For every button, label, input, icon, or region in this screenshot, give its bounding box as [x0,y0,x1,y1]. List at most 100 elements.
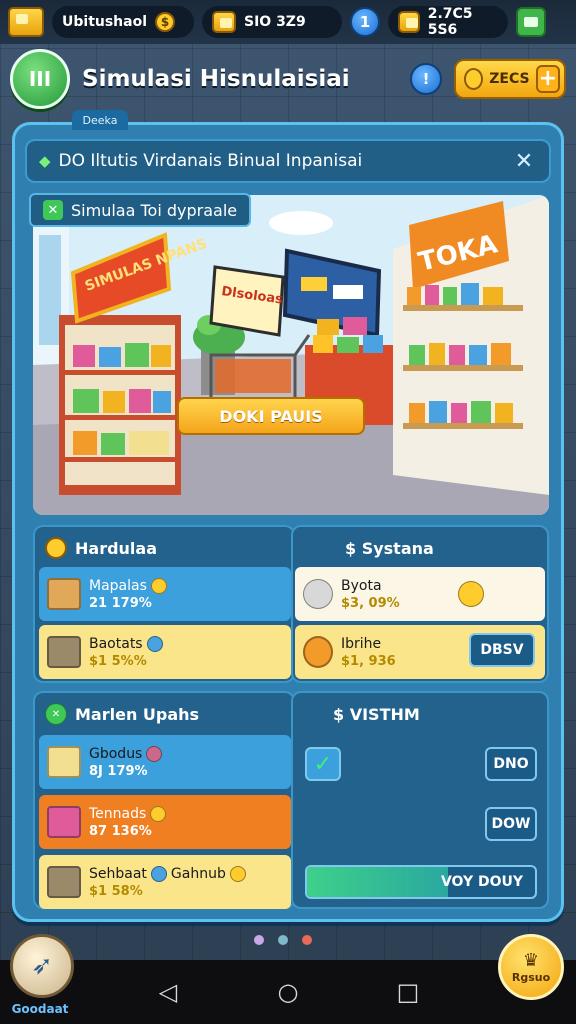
book-icon [47,636,81,668]
item-value: 8J 179% [89,763,148,779]
hardware-title-text: Hardulaa [75,538,157,558]
player-name-chip[interactable]: Ubitushaol $ [52,6,194,38]
item-name: Tennads [89,805,147,822]
list-item[interactable]: Byota $3, 09% [295,567,545,621]
check-icon[interactable]: ✓ [305,747,341,781]
rocket-button-label: Goodaat [11,1002,69,1016]
item-value: $1, 936 [341,653,396,669]
market-card: ✕ Marlen Upahs Gbodus 8J 179% Tennads 87… [33,691,295,909]
gift-icon [47,806,81,838]
gold-chest-icon [398,11,420,33]
back-icon[interactable]: ◁ [152,976,184,1008]
panel-title: DO Iltutis Virdanais Binual Inpanisai [58,151,363,171]
store-illustration: SIMULAS NPANS Dlsoloas TOKA [33,195,549,515]
vsystem-button-2[interactable]: DOW [485,807,537,841]
page-indicator [254,935,312,945]
coin-icon [229,865,246,882]
market-card-title: ✕ Marlen Upahs [45,701,199,727]
vsystem-button-1[interactable]: DNO [485,747,537,781]
close-icon[interactable]: ✕ [511,148,537,174]
item-value: 87 136% [89,823,152,839]
item-name: Mapalas [89,577,147,594]
item-value: $3, 09% [341,595,400,611]
gold-bar-icon [212,11,236,33]
item-extra: Gahnub [170,865,226,882]
rewards-button-label: Rgsuo [511,971,551,984]
home-icon[interactable]: ○ [272,976,304,1008]
simulation-panel: ◆ DO Iltutis Virdanais Binual Inpanisai … [12,122,564,922]
info-button[interactable]: ! [410,63,442,95]
resource-chip-2[interactable]: 2.7C5 5S6 [388,6,508,38]
lightbulb-icon [303,636,333,668]
list-item[interactable]: Mapalas 21 179% [39,567,291,621]
page-dot[interactable] [302,935,312,945]
item-name: Sehbaat [89,865,147,882]
item-name: Byota [341,577,382,594]
tools-icon: ✕ [43,200,63,220]
resource-1-value: SIO 3Z9 [244,14,306,30]
vsystem-card: $ VISTHM ✓ DNO DOW VOY DOUY [291,691,549,909]
coin-icon: $ [155,12,176,32]
list-item[interactable]: Baotats $1 5%% [39,625,291,679]
badge-icon [146,745,163,762]
shop-icon[interactable] [8,7,44,37]
rocket-icon: ➶ [31,951,53,981]
coin-icon [150,577,167,594]
rocket-button[interactable]: ➶ [10,934,74,998]
header: III Simulasi Hisnulaisiai ! ZECS + [10,49,566,109]
top-status-bar: Ubitushaol $ SIO 3Z9 1 2.7C5 5S6 [0,0,576,44]
vsystem-card-title: $ VISTHM [333,701,420,727]
item-name: Gbodus [89,745,143,762]
panel-header: ◆ DO Iltutis Virdanais Binual Inpanisai … [25,139,551,183]
recycle-icon: ✕ [45,703,67,725]
cube-icon [47,746,81,778]
book-icon [47,866,81,898]
rewards-button[interactable]: ♛ Rgsuo [498,934,564,1000]
resource-chip-1[interactable]: SIO 3Z9 [202,6,342,38]
systems-card: $ Systana Byota $3, 09% Ibrihe $1, 936 D… [291,525,549,683]
coin-icon [45,537,67,559]
page-dot[interactable] [278,935,288,945]
item-name: Ibrihe [341,635,382,652]
market-title-text: Marlen Upahs [75,704,200,724]
systems-title-text: $ Systana [345,538,434,558]
panel-tab[interactable]: Deeka [72,110,128,130]
gem-icon [146,635,163,652]
systems-card-title: $ Systana [345,535,434,561]
progress-fill [307,867,449,897]
hardware-card: Hardulaa Mapalas 21 179% Baotats $1 5%% [33,525,295,683]
scene-label-text: Simulaa Toi dypraale [71,200,238,220]
menu-icon[interactable] [516,7,546,37]
gem-icon [150,865,167,882]
systems-action-button[interactable]: DBSV [469,633,535,667]
recents-icon[interactable]: □ [392,976,424,1008]
hardware-card-title: Hardulaa [45,535,157,561]
add-currency-icon[interactable]: + [535,65,560,93]
currency-button[interactable]: ZECS + [454,59,566,99]
vsystem-progress-bar[interactable]: VOY DOUY [305,865,537,899]
list-item[interactable]: Tennads 87 136% [39,795,291,849]
gear-icon [303,579,333,609]
scene-label: ✕ Simulaa Toi dypraale [29,193,252,227]
system-navigation-bar: ◁ ○ □ [0,960,576,1024]
resource-2-value: 2.7C5 5S6 [427,6,473,38]
item-value: $1 58% [89,883,143,899]
game-logo-button[interactable]: III [10,49,70,109]
store-scene-illustration: SIMULAS NPANS Dlsoloas TOKA [33,195,549,515]
currency-value: ZECS [489,71,530,87]
crown-icon: ♛ [522,950,540,971]
progress-label: VOY DOUY [440,874,523,890]
coin-icon [150,805,167,822]
diamond-icon: ◆ [39,152,51,170]
item-value: 21 179% [89,595,152,611]
list-item[interactable]: Gbodus 8J 179% [39,735,291,789]
page-dot[interactable] [254,935,264,945]
page-title: Simulasi Hisnulaisiai [82,66,350,92]
list-item[interactable]: Sehbaat Gahnub $1 58% [39,855,291,909]
store-action-button[interactable]: DOKI PAUIS [177,397,365,435]
item-value: $1 5%% [89,653,147,669]
gold-cube-icon [457,581,484,607]
level-badge[interactable]: 1 [350,7,380,37]
item-name: Baotats [89,635,143,652]
vsystem-title-text: $ VISTHM [333,704,420,724]
